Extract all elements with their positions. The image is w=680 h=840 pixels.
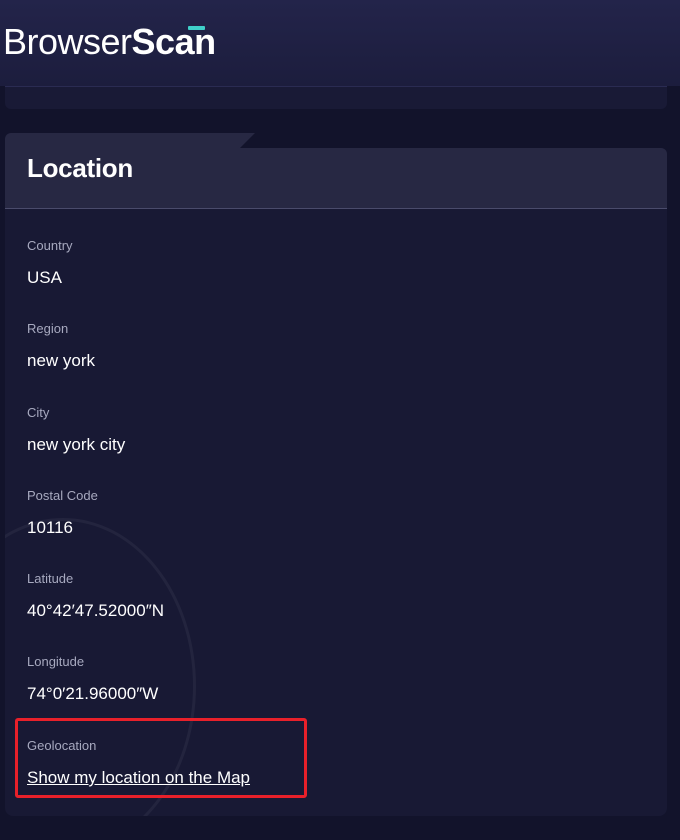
location-title: Location — [27, 153, 133, 183]
geolocation-highlight-box — [15, 718, 307, 798]
browserscan-logo[interactable]: BrowserScan — [3, 20, 216, 64]
postal-code-label: Postal Code — [27, 488, 98, 503]
postal-code-field: Postal Code 10116 — [27, 488, 98, 538]
postal-code-value: 10116 — [27, 518, 74, 537]
country-label: Country — [27, 238, 73, 253]
logo-text-bold: Scan — [132, 21, 217, 62]
logo-text-light: Browser — [3, 21, 132, 62]
latitude-field: Latitude 40°42′47.52000″N — [27, 571, 164, 621]
site-header: BrowserScan — [0, 0, 680, 86]
city-label: City — [27, 405, 50, 420]
region-field: Region new york — [27, 321, 95, 371]
region-label: Region — [27, 321, 69, 336]
city-value: new york city — [27, 435, 126, 454]
longitude-value: 74°0′21.96000″W — [27, 684, 159, 703]
location-card-header: Location — [5, 148, 667, 209]
region-value: new york — [27, 351, 96, 370]
location-card: Location Country USA Region new york Cit… — [5, 148, 667, 816]
previous-card-bottom — [5, 86, 667, 109]
country-field: Country USA — [27, 238, 73, 288]
latitude-label: Latitude — [27, 571, 74, 586]
city-field: City new york city — [27, 405, 125, 455]
logo-accent-bar — [187, 26, 205, 30]
latitude-value: 40°42′47.52000″N — [27, 601, 165, 620]
longitude-label: Longitude — [27, 654, 85, 669]
country-value: USA — [27, 268, 62, 287]
longitude-field: Longitude 74°0′21.96000″W — [27, 654, 158, 704]
